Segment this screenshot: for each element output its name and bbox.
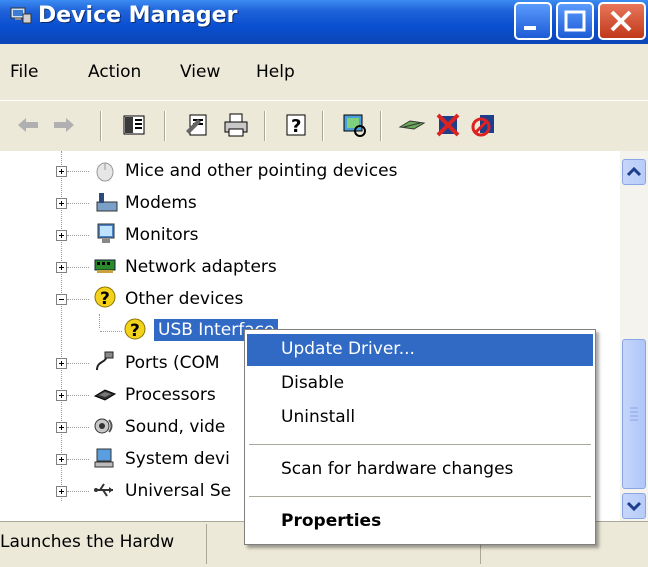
toolbar-separator (164, 111, 166, 141)
status-text: Launches the Hardw (0, 532, 175, 552)
menu-view[interactable]: View (180, 62, 220, 82)
expand-icon[interactable] (56, 422, 67, 433)
toolbar-separator (264, 111, 266, 141)
tree-item-label: Ports (COM (125, 353, 220, 373)
expand-icon[interactable] (56, 198, 67, 209)
menu-item-update-driver[interactable]: Update Driver... (247, 334, 593, 366)
tree-item-label: Other devices (125, 289, 244, 309)
svg-text:?: ? (100, 289, 110, 309)
back-icon[interactable] (14, 111, 42, 139)
expand-icon[interactable] (56, 454, 67, 465)
processor-icon (93, 389, 117, 401)
close-icon (610, 10, 632, 32)
close-button[interactable] (598, 2, 646, 40)
scroll-thumb[interactable] (622, 339, 646, 489)
toolbar-separator (380, 111, 382, 141)
tree-connector (99, 314, 101, 328)
toolbar-separator (100, 111, 102, 141)
toolbar-separator (322, 111, 324, 141)
grip-icon (630, 407, 638, 421)
window-title-area: Device Manager (10, 3, 237, 28)
expand-icon[interactable] (56, 390, 67, 401)
tree-item-label: Network adapters (125, 257, 277, 277)
menu-item-scan-hardware[interactable]: Scan for hardware changes (247, 454, 593, 486)
system-device-icon (94, 448, 114, 468)
network-adapter-icon (94, 259, 116, 273)
modem-icon (96, 193, 118, 212)
unknown-device-icon: ? (124, 318, 146, 341)
mouse-icon (96, 162, 114, 182)
disable-icon[interactable] (470, 111, 498, 139)
expand-icon[interactable] (56, 166, 67, 177)
tree-item-label: Universal Se (125, 481, 232, 501)
scroll-down-button[interactable] (622, 493, 646, 519)
help-icon[interactable]: ? (282, 111, 310, 139)
menu-action[interactable]: Action (88, 62, 141, 82)
unknown-device-icon: ? (94, 286, 116, 309)
toolbar: ? (0, 100, 648, 152)
update-driver-icon[interactable] (398, 111, 426, 139)
menu-item-disable[interactable]: Disable (247, 368, 593, 400)
show-hide-tree-icon[interactable] (120, 111, 148, 139)
menu-bar: File Action View Help (0, 44, 648, 100)
menu-item-properties[interactable]: Properties (247, 506, 593, 538)
maximize-icon (564, 10, 586, 32)
minimize-icon (524, 26, 536, 30)
tree-item-label: Processors (125, 385, 216, 405)
title-bar: Device Manager (0, 0, 648, 44)
menu-help[interactable]: Help (256, 62, 295, 82)
scan-hardware-icon[interactable] (340, 111, 368, 139)
uninstall-icon[interactable] (434, 111, 462, 139)
tree-item-label: Mice and other pointing devices (125, 161, 398, 181)
menu-item-label: Disable (281, 373, 345, 393)
svg-text:?: ? (130, 321, 140, 341)
expand-icon[interactable] (56, 358, 67, 369)
tree-item-label: System devi (125, 449, 230, 469)
menu-separator (249, 444, 591, 445)
expand-icon[interactable] (56, 486, 67, 497)
menu-item-uninstall[interactable]: Uninstall (247, 402, 593, 434)
menu-item-label: Properties (281, 511, 382, 531)
sound-icon (94, 418, 113, 434)
expand-icon[interactable] (56, 230, 67, 241)
svg-text:?: ? (291, 116, 301, 137)
menu-item-label: Uninstall (281, 407, 356, 427)
port-icon (96, 351, 114, 371)
status-separator (206, 524, 207, 564)
usb-icon (94, 483, 113, 497)
window-title: Device Manager (38, 3, 238, 28)
vertical-scrollbar[interactable] (620, 151, 648, 521)
menu-separator (249, 496, 591, 497)
menu-item-label: Scan for hardware changes (281, 459, 514, 479)
properties-icon[interactable] (184, 111, 212, 139)
menu-file[interactable]: File (10, 62, 38, 82)
context-menu: Update Driver... Disable Uninstall Scan … (244, 329, 596, 545)
chevron-down-icon (626, 501, 642, 512)
monitor-icon (97, 223, 115, 243)
chevron-up-icon (626, 166, 642, 177)
forward-icon[interactable] (50, 111, 78, 139)
collapse-icon[interactable] (56, 294, 67, 305)
expand-icon[interactable] (56, 262, 67, 273)
tree-item-label: Modems (125, 193, 197, 213)
menu-item-label: Update Driver... (281, 339, 415, 359)
minimize-button[interactable] (514, 2, 552, 40)
print-icon[interactable] (222, 111, 250, 139)
tree-item-label: Monitors (125, 225, 199, 245)
device-manager-icon (10, 7, 32, 24)
scroll-up-button[interactable] (622, 159, 646, 185)
maximize-button[interactable] (556, 2, 594, 40)
tree-item-label: Sound, vide (125, 417, 226, 437)
